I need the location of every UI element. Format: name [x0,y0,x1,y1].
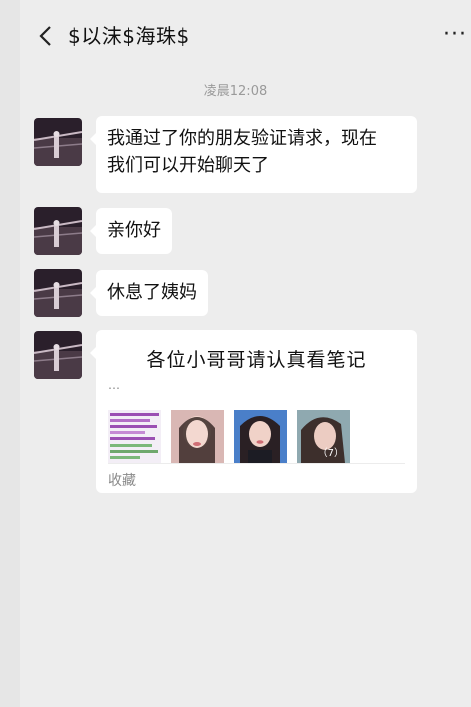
left-edge-strip [0,0,20,707]
card-title: 各位小哥哥请认真看笔记 [146,349,367,371]
message-timestamp: 凌晨12:08 [203,84,268,99]
message-bubble[interactable]: 亲你好 [90,208,172,254]
portrait-photo-thumbnail [171,410,224,463]
note-thumbnail [234,410,287,463]
contact-avatar[interactable] [34,331,82,379]
note-thumbnail [171,410,224,463]
card-divider [108,463,405,464]
message-text: 休息了姨妈 [107,282,197,303]
contact-avatar[interactable] [34,118,82,166]
message-bubble[interactable]: 我通过了你的朋友验证请求，现在 我们可以开始聊天了 [90,116,417,193]
note-thumbnail [108,410,161,463]
back-arrow-icon[interactable] [36,24,58,48]
message-text-line: 我通过了你的朋友验证请求，现在 [107,128,377,149]
contact-avatar[interactable] [34,207,82,255]
avatar-image [34,207,82,255]
message-bubble[interactable]: 休息了姨妈 [90,270,208,316]
more-options-icon[interactable]: ··· [443,22,467,47]
avatar-image [34,118,82,166]
contact-avatar[interactable] [34,269,82,317]
text-screenshot-thumbnail [108,410,161,463]
note-thumbnail: （7） [297,410,350,463]
favorite-note-card[interactable]: 各位小哥哥请认真看笔记 … （7） 收藏 [90,330,417,493]
image-count: （7） [317,448,344,459]
message-text: 亲你好 [107,220,161,241]
card-ellipsis: … [108,378,120,392]
message-text-line: 我们可以开始聊天了 [107,155,269,176]
avatar-image [34,331,82,379]
portrait-photo-thumbnail [234,410,287,463]
card-source-label: 收藏 [108,473,136,489]
chat-title: $以沫$海珠$ [68,24,190,48]
avatar-image [34,269,82,317]
chat-header: $以沫$海珠$ ··· [0,0,471,70]
